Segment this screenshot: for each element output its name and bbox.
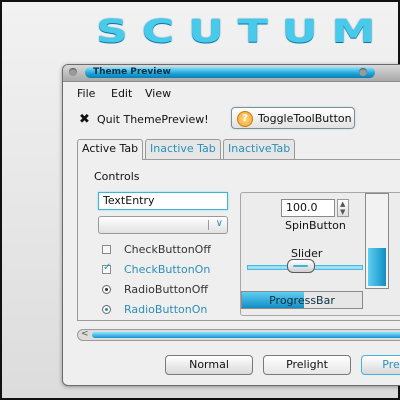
help-icon: ? bbox=[237, 111, 253, 127]
menu-view[interactable]: View bbox=[145, 87, 171, 100]
scroll-left-icon[interactable]: < bbox=[81, 329, 89, 339]
check-on-label: CheckButtonOn bbox=[124, 263, 211, 276]
controls-title: Controls bbox=[94, 170, 140, 183]
radio-off-label: RadioButtonOff bbox=[124, 283, 208, 296]
controls-frame: Controls TextEntry ∨ CheckButtonOff Chec… bbox=[88, 168, 400, 320]
spin-up-icon[interactable]: ▲ bbox=[340, 200, 345, 208]
horizontal-scrollbar[interactable]: < bbox=[77, 329, 400, 341]
normal-button[interactable]: Normal bbox=[165, 355, 253, 375]
window-close-icon[interactable] bbox=[359, 68, 367, 76]
vertical-scale[interactable] bbox=[365, 193, 389, 289]
text-entry[interactable]: TextEntry bbox=[98, 192, 228, 210]
theme-logo: SCUTUM bbox=[96, 13, 390, 50]
window-title: Theme Preview bbox=[85, 67, 375, 78]
tab-panel: Controls TextEntry ∨ CheckButtonOff Chec… bbox=[77, 159, 400, 321]
theme-preview-window: Theme Preview File Edit View ✖ Quit Them… bbox=[62, 64, 400, 386]
titlebar[interactable]: Theme Preview bbox=[63, 65, 400, 82]
pressed-button[interactable]: Pre bbox=[361, 355, 400, 375]
tab-active[interactable]: Active Tab bbox=[77, 139, 143, 160]
slider-handle[interactable] bbox=[286, 259, 315, 273]
menu-edit[interactable]: Edit bbox=[111, 87, 132, 100]
spin-button-entry[interactable]: 100.0 bbox=[281, 199, 335, 217]
radio-selected-icon bbox=[102, 305, 111, 314]
range-widgets-pane: 100.0 ▲ ▼ SpinButton Slider ProgressBar bbox=[240, 192, 400, 316]
prelight-button[interactable]: Prelight bbox=[263, 355, 351, 375]
close-icon: ✖ bbox=[79, 112, 90, 127]
spin-down-icon[interactable]: ▼ bbox=[340, 208, 345, 216]
spin-arrows[interactable]: ▲ ▼ bbox=[337, 199, 349, 217]
quit-label: Quit ThemePreview! bbox=[97, 113, 209, 126]
toggle-tool-button[interactable]: ? ToggleToolButton bbox=[231, 107, 355, 129]
combo-separator bbox=[208, 220, 209, 230]
radio-unselected-icon bbox=[102, 285, 111, 294]
radio-on-label: RadioButtonOn bbox=[124, 303, 208, 316]
tab-inactive-1[interactable]: Inactive Tab bbox=[145, 139, 221, 159]
scrollbar-thumb[interactable] bbox=[92, 332, 400, 338]
chevron-down-icon: ∨ bbox=[215, 218, 223, 229]
window-menu-icon[interactable] bbox=[69, 68, 77, 76]
tab-inactive-2[interactable]: InactiveTab bbox=[223, 139, 295, 159]
combo-box[interactable]: ∨ bbox=[98, 216, 228, 234]
progress-label: ProgressBar bbox=[269, 294, 335, 307]
menu-file[interactable]: File bbox=[77, 87, 95, 100]
toggle-label: ToggleToolButton bbox=[258, 112, 352, 125]
progress-bar: ProgressBar bbox=[241, 291, 363, 309]
spin-label: SpinButton bbox=[285, 219, 346, 232]
checkbox-unchecked-icon bbox=[102, 245, 111, 254]
checkbox-checked-icon bbox=[102, 262, 111, 274]
vertical-scale-fill bbox=[368, 247, 386, 286]
check-off-label: CheckButtonOff bbox=[124, 243, 211, 256]
